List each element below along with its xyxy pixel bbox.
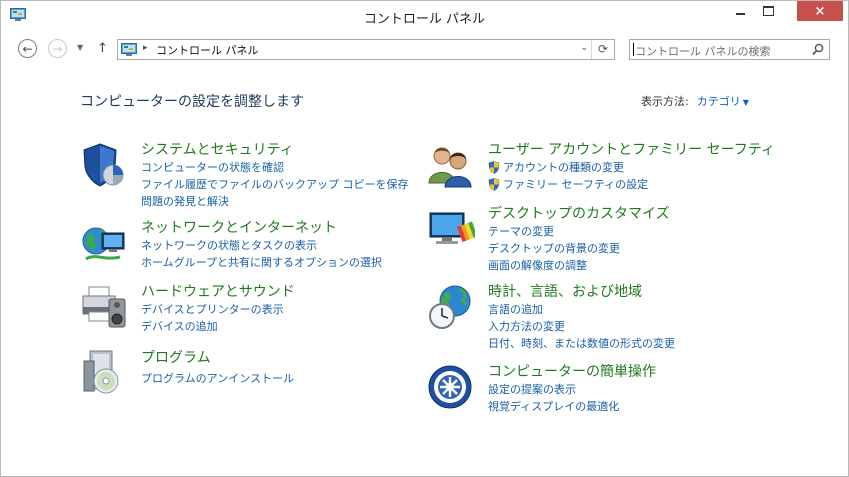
breadcrumb[interactable]: コントロール パネル xyxy=(156,42,259,58)
link-adjust-resolution[interactable]: 画面の解像度の調整 xyxy=(488,257,670,274)
link-change-account-type-label[interactable]: アカウントの種類の変更 xyxy=(503,159,624,176)
up-button[interactable]: ↑ xyxy=(97,41,108,56)
uac-shield-icon xyxy=(488,161,500,174)
category-title-network-internet[interactable]: ネットワークとインターネット xyxy=(141,219,382,237)
link-optimize-display[interactable]: 視覚ディスプレイの最適化 xyxy=(488,398,656,415)
category-title-ease-of-access[interactable]: コンピューターの簡単操作 xyxy=(488,363,656,381)
clock-globe-icon[interactable] xyxy=(427,283,475,331)
address-bar[interactable]: ▸ コントロール パネル ⌄ ⟳ xyxy=(117,39,615,60)
link-change-background[interactable]: デスクトップの背景の変更 xyxy=(488,240,670,257)
link-find-fix-problems[interactable]: 問題の発見と解決 xyxy=(141,193,409,210)
forward-button[interactable]: → xyxy=(48,39,67,58)
users-icon[interactable] xyxy=(427,141,475,189)
link-change-date-format[interactable]: 日付、時刻、または数値の形式の変更 xyxy=(488,335,675,352)
back-arrow-icon: ← xyxy=(22,41,33,56)
window-title: コントロール パネル xyxy=(363,12,486,27)
link-homegroup-sharing[interactable]: ホームグループと共有に関するオプションの選択 xyxy=(141,254,382,271)
programs-disc-icon[interactable] xyxy=(80,349,128,397)
navigation-bar: ← → ▼ ↑ ▸ コントロール パネル ⌄ ⟳ コントロール パネルの検索 xyxy=(1,34,848,66)
view-by: 表示方法: カテゴリ ▼ xyxy=(641,93,749,109)
link-network-status[interactable]: ネットワークの状態とタスクの表示 xyxy=(141,237,382,254)
category-title-desktop-customize[interactable]: デスクトップのカスタマイズ xyxy=(488,205,670,223)
close-icon: × xyxy=(814,3,826,19)
address-dropdown-icon[interactable]: ⌄ xyxy=(580,43,588,53)
control-panel-window: コントロール パネル × ← → ▼ ↑ ▸ コントロール パネル ⌄ ⟳ コン… xyxy=(0,0,849,477)
category-title-programs[interactable]: プログラム xyxy=(141,349,294,367)
desktop-palette-icon[interactable] xyxy=(427,205,475,253)
minimize-icon xyxy=(735,13,745,15)
security-shield-icon[interactable] xyxy=(80,141,128,189)
title-bar: コントロール パネル × xyxy=(1,1,848,33)
forward-arrow-icon: → xyxy=(52,41,63,56)
control-panel-icon xyxy=(121,43,137,56)
view-by-dropdown[interactable]: カテゴリ xyxy=(697,95,741,108)
category-title-user-accounts[interactable]: ユーザー アカウントとファミリー セーフティ xyxy=(488,141,775,159)
link-add-device[interactable]: デバイスの追加 xyxy=(141,318,295,335)
printer-speaker-icon[interactable] xyxy=(80,283,128,331)
maximize-button[interactable] xyxy=(755,1,781,21)
view-by-label: 表示方法: xyxy=(641,95,689,108)
link-family-safety[interactable]: ファミリー セーフティの設定 xyxy=(488,176,775,193)
link-uninstall-program[interactable]: プログラムのアンインストール xyxy=(141,370,294,387)
link-devices-printers[interactable]: デバイスとプリンターの表示 xyxy=(141,301,295,318)
link-file-history-backup[interactable]: ファイル履歴でファイルのバックアップ コピーを保存 xyxy=(141,176,409,193)
category-title-system-security[interactable]: システムとセキュリティ xyxy=(141,141,409,159)
link-add-language[interactable]: 言語の追加 xyxy=(488,301,675,318)
close-button[interactable]: × xyxy=(797,1,843,21)
network-globe-icon[interactable] xyxy=(80,219,128,267)
maximize-icon xyxy=(762,6,774,16)
link-check-status[interactable]: コンピューターの状態を確認 xyxy=(141,159,409,176)
chevron-down-icon[interactable]: ▼ xyxy=(743,98,749,107)
recent-locations-button[interactable]: ▼ xyxy=(77,43,83,52)
category-title-hardware-sound[interactable]: ハードウェアとサウンド xyxy=(141,283,295,301)
breadcrumb-separator-icon[interactable]: ▸ xyxy=(143,43,148,53)
search-box[interactable]: コントロール パネルの検索 xyxy=(629,39,830,60)
category-title-clock-language-region[interactable]: 時計、言語、および地域 xyxy=(488,283,675,301)
link-change-input-method[interactable]: 入力方法の変更 xyxy=(488,318,675,335)
search-icon[interactable] xyxy=(812,43,824,56)
link-change-theme[interactable]: テーマの変更 xyxy=(488,223,670,240)
main-content: コンピューターの設定を調整します 表示方法: カテゴリ ▼ システムとセキュリティ … xyxy=(1,67,848,476)
search-input[interactable]: コントロール パネルの検索 xyxy=(635,43,771,59)
link-change-account-type[interactable]: アカウントの種類の変更 xyxy=(488,159,775,176)
refresh-button[interactable]: ⟳ xyxy=(591,40,614,59)
text-caret xyxy=(633,43,634,56)
minimize-button[interactable] xyxy=(727,1,753,21)
link-suggested-settings[interactable]: 設定の提案の表示 xyxy=(488,381,656,398)
ease-of-access-icon[interactable] xyxy=(427,363,475,411)
link-family-safety-label[interactable]: ファミリー セーフティの設定 xyxy=(503,176,648,193)
back-button[interactable]: ← xyxy=(18,39,37,58)
page-title: コンピューターの設定を調整します xyxy=(80,94,304,110)
uac-shield-icon xyxy=(488,178,500,191)
